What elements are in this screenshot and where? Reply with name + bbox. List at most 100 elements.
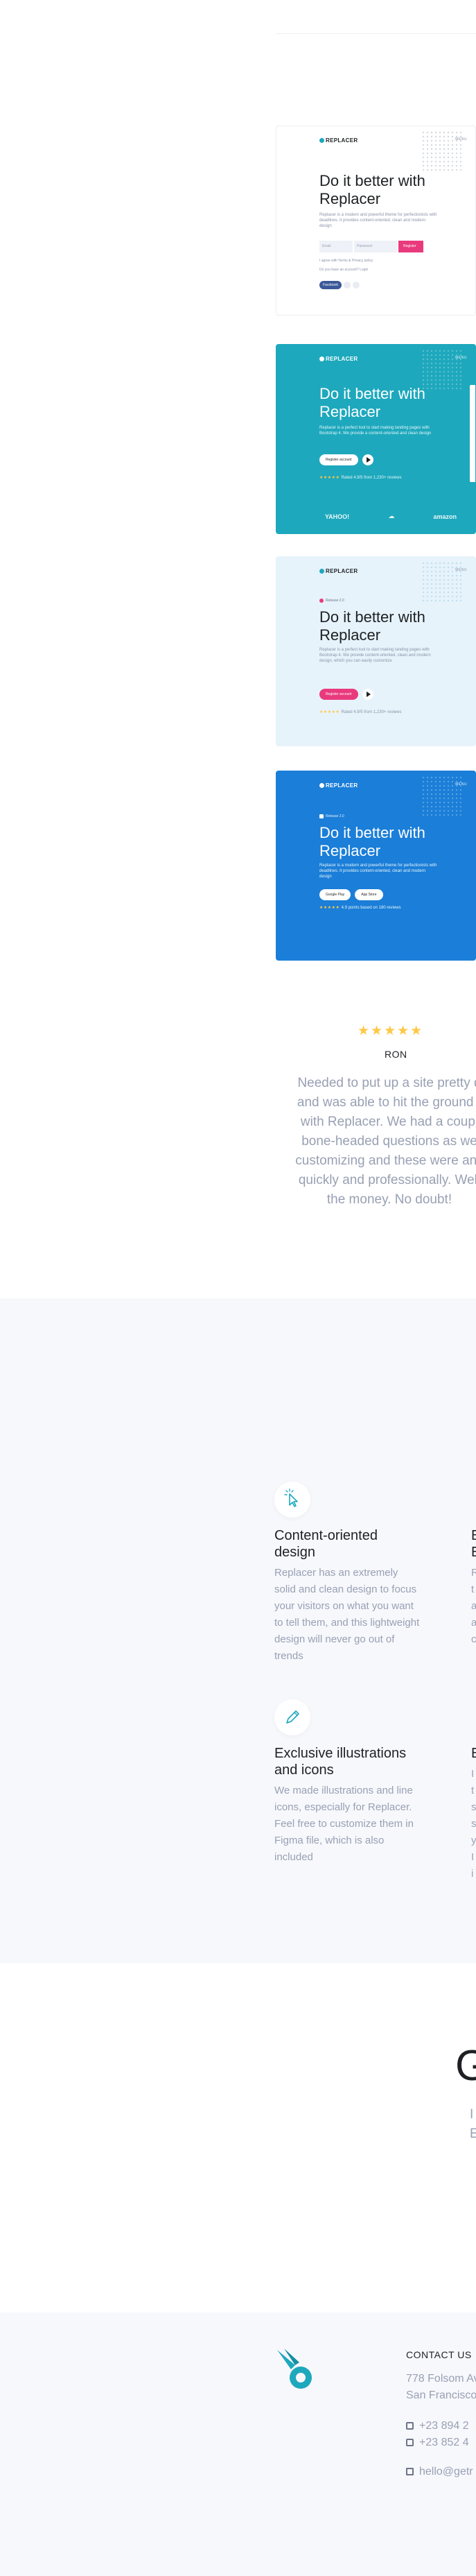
logo-icon [319,138,324,143]
showcase-thumbnail-3[interactable]: REPLACER MENU Release 2.0 Do it better w… [276,556,476,746]
email-field: Email [319,241,353,252]
dot-pattern [421,349,461,389]
side-panel [470,385,475,482]
feature-title: Content-oriented design [274,1528,378,1560]
cta-subtitle: I E [470,2105,476,2144]
clipped-line: R [471,1567,476,1579]
rating-note: 4.9 points based on 180 reviews [341,906,401,910]
thumbnail-cta-row: Register account [319,454,373,465]
dot-pattern [421,130,461,171]
feature-text: We made illustrations and line icons, es… [274,1785,414,1863]
brand-logo: amazon [433,513,457,520]
footer [0,2312,476,2576]
brand-logo-icon[interactable] [274,2347,319,2395]
contact-title: CONTACT US [406,2349,472,2360]
thumbnail-signup-form: Email Password Register [319,241,423,252]
phone-line[interactable]: +23 894 2 [406,2418,469,2435]
brand-logo: YAHOO! [325,513,350,520]
phone-number: +23 852 4 [419,2437,469,2448]
clipped-line: t [471,1583,475,1595]
address: 778 Folsom Av San Francisco [406,2371,476,2404]
store-buttons: Google Play App Store [319,889,383,900]
review-line: Needed to put up a site pretty q [297,1076,476,1090]
thumbnail-heading: Do it better with Replacer [319,824,425,859]
review-line: with Replacer. We had a coupl [300,1115,476,1129]
thumbnail-logo: REPLACER [319,782,358,789]
showcase-thumbnail-1[interactable]: REPLACER MENU Do it better with Replacer… [276,126,476,316]
thumbnail-heading: Do it better with Replacer [319,172,425,207]
thumbnail-text: Replacer is a perfect tool to start maki… [319,426,432,436]
password-field: Password [354,241,397,252]
play-icon [362,454,373,465]
logo-icon [319,783,324,788]
dot-pattern [421,775,461,816]
review-line: bone-headed questions as we [301,1134,476,1149]
review-line: customizing and these were ans [295,1153,476,1168]
thumbnail-text: Replacer is a modern and powerful theme … [319,864,437,879]
clipped-line: s [471,1818,476,1830]
thumbnail-heading: Do it better with Replacer [319,385,425,420]
thumbnail-menu: MENU [455,137,467,141]
phone-line[interactable]: +23 852 4 [406,2435,469,2451]
release-badge: Release 2.0 [319,599,344,603]
showcase-thumbnail-4[interactable]: REPLACER MENU Release 2.0 Do it better w… [276,771,476,961]
review-text: Needed to put up a site pretty q and was… [274,1074,476,1210]
badge-icon [319,814,324,818]
clipped-line: I [470,2107,474,2122]
logo-text: REPLACER [326,782,358,789]
release-badge: Release 2.0 [319,814,344,818]
thumbnail-menu: MENU [455,568,467,572]
brand-logo: ☁ [388,513,395,520]
clipped-line: E [471,1746,476,1761]
thumbnail-heading: Do it better with Replacer [319,608,425,644]
email-link[interactable]: hello@getr [406,2464,473,2480]
register-button: Register account [319,454,358,465]
mail-icon [406,2468,414,2475]
section-divider [276,33,476,34]
rating-stars: ★★★★★ [358,1024,424,1038]
reviewer-name: RON [385,1049,407,1060]
google-play-button: Google Play [319,889,351,900]
register-button: Register account [319,689,358,700]
facebook-button: Facebook [319,281,342,289]
thumbnail-cta-row: Register account [319,689,373,700]
brand-logos: YAHOO! ☁ amazon [325,513,457,520]
clipped-line: E [470,2127,476,2141]
logo-icon [319,569,324,574]
clipped-line: E [471,1528,476,1543]
review-line: quickly and professionally. Well [298,1173,476,1187]
thumbnail-text: Replacer is a modern and powerful theme … [319,213,437,228]
pencil-icon [274,1699,310,1735]
clipped-line: i [471,1868,474,1880]
review-line: the money. No doubt! [326,1192,452,1207]
phone-number: +23 894 2 [419,2420,469,2432]
phone-icon [406,2422,414,2430]
clipped-line: a [471,1617,476,1629]
feature-title-clipped: E E [471,1527,476,1561]
social-buttons: Facebook [319,281,360,289]
showcase-thumbnail-2[interactable]: REPLACER MENU Do it better with Replacer… [276,344,476,534]
clipped-line: c [471,1633,476,1645]
email-text: hello@getr [419,2466,473,2478]
cursor-click-icon [274,1482,310,1518]
clipped-line: E [471,1545,476,1560]
register-button: Register [398,241,423,252]
rating: ★★★★★ 4.9 points based on 180 reviews [319,906,401,910]
thumbnail-menu: MENU [455,356,467,360]
thumbnail-logo: REPLACER [319,137,358,144]
address-line: 778 Folsom Av [406,2373,476,2385]
feature-title-clipped: E [471,1745,476,1762]
logo-icon [319,357,324,361]
thumbnail-text: Replacer is a perfect tool to start maki… [319,648,431,663]
address-line: San Francisco [406,2389,476,2401]
logo-text: REPLACER [326,568,358,574]
feature-text: Replacer has an extremely solid and clea… [274,1567,420,1662]
clipped-line: I [471,1851,475,1863]
login-text: Do you have an account? Login [319,268,369,272]
cta-heading: G [455,2042,476,2090]
logo-text: REPLACER [326,137,358,144]
social-icon [343,282,351,289]
social-icon [352,282,360,289]
clipped-line: a [471,1600,476,1612]
badge-icon [319,599,324,603]
